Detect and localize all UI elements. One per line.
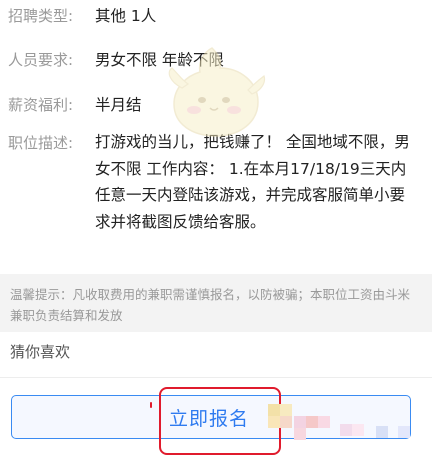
guess-you-like-heading: 猜你喜欢: [10, 343, 71, 361]
mosaic-block: [352, 424, 364, 436]
warning-tip-text: 温馨提示：凡收取费用的兼职需谨慎报名，以防被骗；本职位工资由斗米兼职负责结算和发…: [10, 287, 411, 323]
benefits-row: 薪资福利: 半月结: [8, 91, 424, 119]
requirements-label: 人员要求:: [8, 51, 74, 69]
mosaic-block: [398, 426, 410, 438]
mosaic-block: [306, 416, 318, 428]
mosaic-block: [294, 416, 306, 428]
mosaic-block: [340, 424, 352, 436]
mosaic-block: [294, 428, 306, 440]
mosaic-block: [376, 426, 388, 438]
mosaic-block: [318, 416, 330, 428]
warning-tip: 温馨提示：凡收取费用的兼职需谨慎报名，以防被骗；本职位工资由斗米兼职负责结算和发…: [0, 274, 432, 332]
requirements-row: 人员要求: 男女不限 年龄不限: [8, 46, 424, 74]
requirements-value: 男女不限 年龄不限: [95, 51, 224, 69]
job-type-value: 其他 1人: [95, 7, 157, 25]
benefits-value: 半月结: [95, 96, 142, 114]
mosaic-block: [280, 404, 292, 416]
description-value: 打游戏的当儿，把钱赚了！ 全国地域不限，男女不限 工作内容： 1.在本月17/1…: [95, 133, 410, 231]
benefits-label: 薪资福利:: [8, 96, 74, 114]
mosaic-block: [280, 416, 292, 428]
apply-now-label: 立即报名: [168, 407, 249, 430]
divider: [0, 377, 432, 378]
job-details-panel: 招聘类型: 其他 1人 人员要求: 男女不限 年龄不限 薪资福利: 半月结 职位…: [0, 0, 432, 268]
mosaic-block: [268, 404, 280, 416]
description-label: 职位描述:: [8, 134, 74, 152]
job-type-row: 招聘类型: 其他 1人: [8, 2, 424, 30]
red-annotation-mark: [150, 402, 152, 408]
job-type-label: 招聘类型:: [8, 7, 74, 25]
description-row: 职位描述: 打游戏的当儿，把钱赚了！ 全国地域不限，男女不限 工作内容： 1.在…: [8, 129, 424, 235]
mosaic-block: [268, 416, 280, 428]
